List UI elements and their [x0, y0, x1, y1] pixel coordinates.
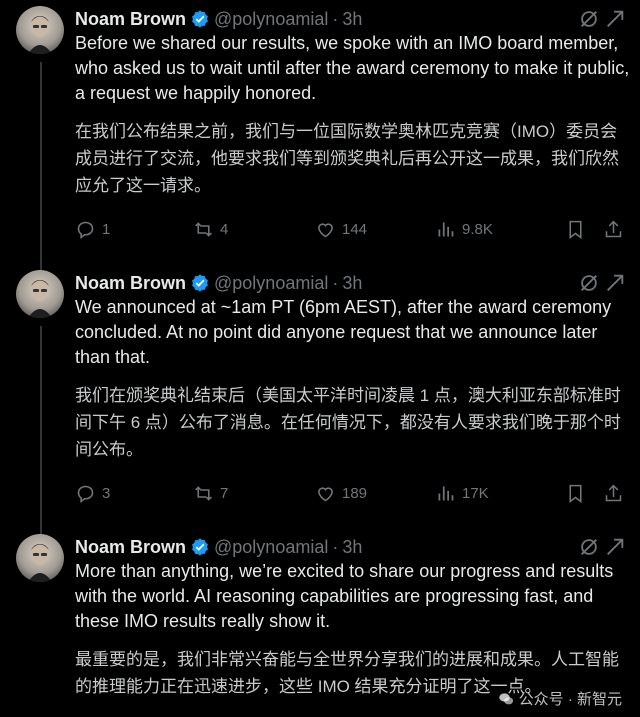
author-name[interactable]: Noam Brown [75, 9, 186, 30]
like-button[interactable]: 189 [315, 483, 435, 504]
views-count: 9.8K [462, 220, 493, 238]
like-button[interactable]: 144 [315, 219, 435, 240]
share-button[interactable] [603, 219, 624, 240]
repost-count: 4 [220, 220, 229, 238]
bookmark-icon [569, 484, 582, 503]
author-name[interactable]: Noam Brown [75, 537, 186, 558]
author-name[interactable]: Noam Brown [75, 273, 186, 294]
like-count: 144 [342, 220, 368, 238]
bookmark-button[interactable] [565, 219, 603, 240]
tweet-text: More than anything, we’re excited to sha… [75, 561, 614, 631]
views-icon [438, 222, 454, 236]
repost-button[interactable]: 7 [193, 483, 315, 504]
more-icon[interactable] [604, 272, 626, 294]
repost-icon [195, 221, 212, 237]
views-icon [438, 486, 454, 500]
share-icon [605, 220, 622, 237]
author-handle[interactable]: @polynoamial [214, 9, 328, 30]
avatar[interactable] [16, 270, 64, 318]
tweet-translation: 我们在颁奖典礼结束后（美国太平洋时间凌晨 1 点，澳大利亚东部标准时间下午 6 … [75, 386, 621, 459]
repost-icon [195, 485, 212, 501]
timestamp[interactable]: 3h [342, 9, 362, 30]
reply-icon [77, 221, 94, 239]
repost-count: 7 [220, 484, 229, 502]
share-icon [605, 484, 622, 501]
separator-dot: · [332, 536, 339, 557]
verified-badge-icon [192, 538, 208, 556]
reply-count: 3 [102, 484, 111, 502]
more-icon[interactable] [604, 8, 626, 30]
views-count: 17K [462, 484, 489, 502]
repost-button[interactable]: 4 [193, 219, 315, 240]
tweet[interactable]: Noam Brown @polynoamial · 3h We announce… [0, 264, 640, 528]
reply-icon [77, 485, 94, 503]
share-button[interactable] [603, 483, 624, 504]
tweet-text: Before we shared our results, we spoke w… [75, 33, 630, 103]
grok-icon[interactable] [578, 272, 600, 294]
tweet[interactable]: Noam Brown @polynoamial · 3h Before we s… [0, 0, 640, 264]
verified-badge-icon [192, 10, 208, 28]
author-handle[interactable]: @polynoamial [214, 273, 328, 294]
reply-count: 1 [102, 220, 111, 238]
bookmark-button[interactable] [565, 483, 603, 504]
separator-dot: · [332, 272, 339, 293]
separator-dot: · [332, 8, 339, 29]
tweet-translation: 在我们公布结果之前，我们与一位国际数学奥林匹克竞赛（IMO）委员会成员进行了交流… [75, 122, 619, 195]
grok-icon[interactable] [578, 536, 600, 558]
like-count: 189 [342, 484, 368, 502]
reply-button[interactable]: 3 [75, 483, 193, 504]
bookmark-icon [569, 220, 582, 239]
author-handle[interactable]: @polynoamial [214, 537, 328, 558]
tweet-text: We announced at ~1am PT (6pm AEST), afte… [75, 297, 612, 367]
wechat-icon [498, 692, 513, 704]
grok-icon[interactable] [578, 8, 600, 30]
avatar[interactable] [16, 534, 64, 582]
watermark: 公众号 · 新智元 [497, 688, 622, 709]
watermark-text: 公众号 · 新智元 [518, 691, 622, 708]
timestamp[interactable]: 3h [342, 273, 362, 294]
views-button[interactable]: 9.8K [435, 219, 565, 240]
like-icon [318, 486, 333, 501]
views-button[interactable]: 17K [435, 483, 565, 504]
avatar[interactable] [16, 6, 64, 54]
more-icon[interactable] [604, 536, 626, 558]
timestamp[interactable]: 3h [342, 537, 362, 558]
verified-badge-icon [192, 274, 208, 292]
like-icon [318, 222, 333, 237]
reply-button[interactable]: 1 [75, 219, 193, 240]
